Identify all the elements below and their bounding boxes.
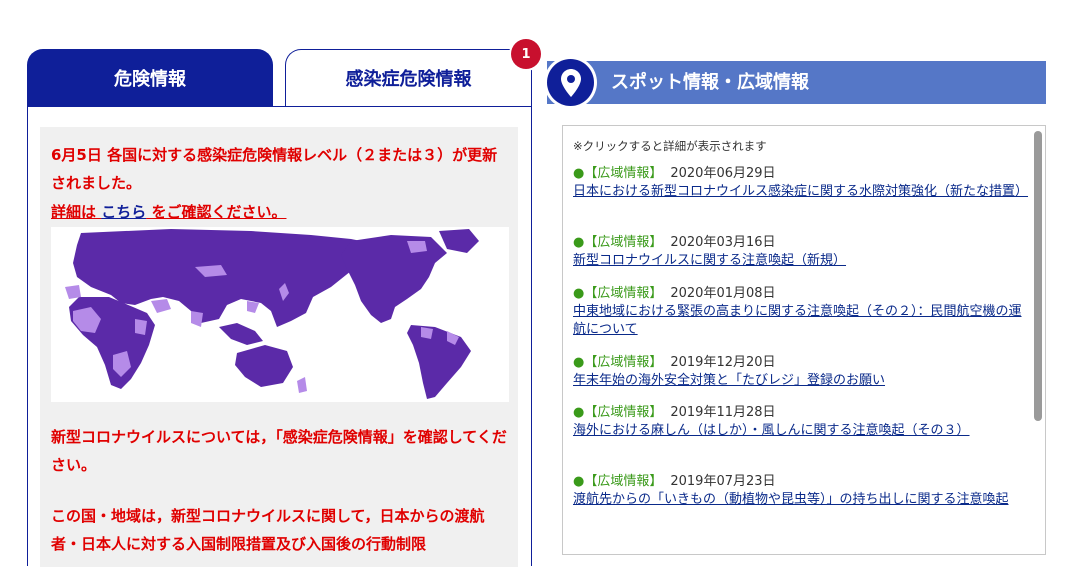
bullet-dot-icon: ● [573, 405, 585, 420]
item-link[interactable]: 年末年始の海外安全対策と「たびレジ」登録のお願い [573, 372, 1028, 390]
item-date: 2020年06月29日 [670, 166, 776, 181]
item-date: 2020年03月16日 [670, 235, 776, 250]
item-tag: 【広域情報】 [584, 166, 663, 181]
spot-header-title: スポット情報・広域情報 [611, 72, 809, 93]
item-tag: 【広域情報】 [584, 355, 663, 370]
tab-danger-label: 危険情報 [114, 68, 186, 90]
badge-count: 1 [521, 46, 531, 62]
notice-entry-text: この国・地域は，新型コロナウイルスに関して，日本からの渡航者・日本人に対する入国… [51, 507, 485, 553]
tab-danger-info[interactable]: 危険情報 [27, 49, 273, 106]
bullet-dot-icon: ● [573, 235, 585, 250]
notice-update-text: 6月5日 各国に対する感染症危険情報レベル（２または３）が更新されました。 [51, 146, 498, 192]
item-date: 2019年07月23日 [670, 474, 776, 489]
tab-infection-label: 感染症危険情報 [345, 69, 472, 90]
bullet-dot-icon: ● [573, 166, 585, 181]
scrollbar[interactable] [1032, 127, 1044, 553]
notice-detail-line: 詳細は こちら をご確認ください。 [51, 198, 286, 226]
item-date: 2019年11月28日 [670, 405, 776, 420]
tab-infection-danger-info[interactable]: 感染症危険情報 [285, 49, 532, 106]
item-tag: 【広域情報】 [584, 235, 663, 250]
item-link[interactable]: 中東地域における緊張の高まりに関する注意喚起（その２）：民間航空機の運航について [573, 303, 1028, 339]
scrollbar-thumb[interactable] [1034, 131, 1042, 421]
item-tag: 【広域情報】 [584, 286, 663, 301]
item-date: 2019年12月20日 [670, 355, 776, 370]
bullet-dot-icon: ● [573, 355, 585, 370]
spot-info-list[interactable]: ※クリックすると詳細が表示されます ●【広域情報】 2020年06月29日 日本に… [562, 125, 1046, 555]
world-risk-map [51, 227, 509, 402]
notice-box: 6月5日 各国に対する感染症危険情報レベル（２または３）が更新されました。 詳細… [40, 127, 518, 567]
item-link[interactable]: 日本における新型コロナウイルス感染症に関する水際対策強化（新たな措置） [573, 183, 1028, 201]
list-item[interactable]: ●【広域情報】 2020年06月29日 日本における新型コロナウイルス感染症に関す… [573, 165, 1028, 201]
bullet-dot-icon: ● [573, 286, 585, 301]
detail-suffix: をご確認ください。 [146, 203, 287, 221]
map-pin-icon [547, 59, 594, 106]
spot-info-header: スポット情報・広域情報 [547, 61, 1046, 104]
infection-info-panel: 6月5日 各国に対する感染症危険情報レベル（２または３）が更新されました。 詳細… [27, 106, 532, 567]
item-link[interactable]: 海外における麻しん（はしか）・風しんに関する注意喚起（その３） [573, 422, 1028, 440]
notification-badge: 1 [511, 39, 541, 69]
item-date: 2020年01月08日 [670, 286, 776, 301]
detail-link[interactable]: こちら [101, 203, 146, 221]
item-tag: 【広域情報】 [584, 474, 663, 489]
item-link[interactable]: 新型コロナウイルスに関する注意喚起（新規） [573, 252, 1028, 270]
list-item[interactable]: ●【広域情報】 2019年11月28日 海外における麻しん（はしか）・風しんに関す… [573, 404, 1028, 440]
bullet-dot-icon: ● [573, 474, 585, 489]
item-link[interactable]: 渡航先からの「いきもの（動植物や昆虫等）」の持ち出しに関する注意喚起 [573, 491, 1028, 509]
click-note: ※クリックすると詳細が表示されます [573, 139, 767, 153]
list-item[interactable]: ●【広域情報】 2019年12月20日 年末年始の海外安全対策と「たびレジ」登録の… [573, 354, 1028, 390]
detail-prefix: 詳細は [51, 203, 102, 221]
list-item[interactable]: ●【広域情報】 2020年01月08日 中東地域における緊張の高まりに関する注意喚… [573, 285, 1028, 339]
list-item[interactable]: ●【広域情報】 2020年03月16日 新型コロナウイルスに関する注意喚起（新規） [573, 234, 1028, 270]
list-item[interactable]: ●【広域情報】 2019年07月23日 渡航先からの「いきもの（動植物や昆虫等）」… [573, 473, 1028, 509]
item-tag: 【広域情報】 [584, 405, 663, 420]
notice-covid-text: 新型コロナウイルスについては，「感染症危険情報」を確認してください。 [51, 428, 507, 474]
